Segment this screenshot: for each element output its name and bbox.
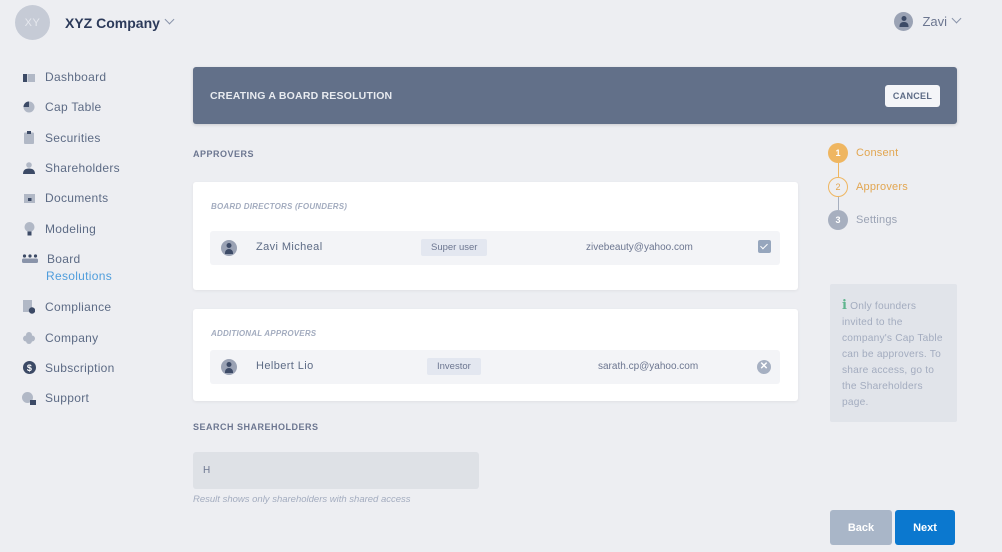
approver-checkbox[interactable] [758,240,771,253]
info-icon: i [842,298,848,313]
sidebar-item-cap-table[interactable]: Cap Table [22,92,182,122]
back-button[interactable]: Back [830,510,892,545]
next-button[interactable]: Next [895,510,955,545]
page-header-banner: CREATING A BOARD RESOLUTION CANCEL [193,67,957,124]
sidebar-item-subscription[interactable]: $ Subscription [22,353,182,383]
info-text: Only founders invited to the company's C… [842,301,943,408]
sidebar-item-label: Shareholders [45,161,120,176]
sidebar-subitem-resolutions[interactable]: Resolutions [22,266,182,286]
approver-name: Helbert Lio [256,360,314,372]
sidebar-item-label: Board [47,251,81,266]
lightbulb-dollar-icon [22,221,36,236]
step-connector [837,163,839,177]
document-check-icon [22,300,36,314]
sidebar-item-label: Support [45,391,90,406]
sidebar: Dashboard Cap Table Securities Sharehold… [22,62,182,413]
sidebar-item-compliance[interactable]: Compliance [22,292,182,322]
board-people-icon [22,252,38,266]
folder-lock-icon [22,191,36,205]
chevron-down-icon [951,13,962,24]
sidebar-item-label: Modeling [45,221,97,236]
user-avatar-icon [894,12,914,31]
step-number: 3 [828,210,848,230]
sidebar-item-company[interactable]: Company [22,322,182,352]
step-consent[interactable]: 1 Consent [828,143,898,163]
additional-approvers-card: ADDITIONAL APPROVERS Helbert Lio Investo… [193,309,798,401]
step-approvers[interactable]: 2 Approvers [828,177,908,197]
flower-icon [22,331,36,345]
sidebar-item-label: Compliance [45,300,112,315]
board-directors-label: BOARD DIRECTORS (FOUNDERS) [211,202,348,211]
dashboard-icon [22,70,36,84]
dollar-circle-icon: $ [22,361,36,375]
role-badge: Investor [427,358,481,375]
sidebar-item-label: Documents [45,191,109,206]
company-logo: XY [15,5,50,40]
company-switcher[interactable]: XY XYZ Company [15,5,175,40]
approver-email: zivebeauty@yahoo.com [586,242,693,253]
company-name: XYZ Company [65,14,160,31]
chat-help-icon [22,391,36,405]
approvers-heading: APPROVERS [193,149,255,159]
sidebar-item-documents[interactable]: Documents [22,183,182,213]
search-hint: Result shows only shareholders with shar… [193,494,411,505]
approver-email: sarath.cp@yahoo.com [598,361,699,372]
approver-row: Helbert Lio Investor sarath.cp@yahoo.com… [210,350,780,384]
additional-approvers-label: ADDITIONAL APPROVERS [211,329,317,338]
approver-row: Zavi Micheal Super user zivebeauty@yahoo… [210,231,780,265]
clipboard-icon [22,131,36,145]
sidebar-item-dashboard[interactable]: Dashboard [22,62,182,92]
sidebar-item-label: Dashboard [45,70,107,85]
sidebar-item-shareholders[interactable]: Shareholders [22,153,182,183]
remove-approver-icon[interactable]: ✕ [757,360,771,374]
search-shareholders-input[interactable] [193,452,479,489]
sidebar-item-support[interactable]: Support [22,383,182,413]
step-label: Approvers [856,181,908,193]
avatar-icon [221,240,237,256]
sidebar-item-modeling[interactable]: Modeling [22,213,182,243]
step-number: 2 [828,177,848,197]
chevron-down-icon [164,14,175,25]
sidebar-item-securities[interactable]: Securities [22,123,182,153]
sidebar-item-label: Subscription [45,360,115,375]
sidebar-item-label: Company [45,330,99,345]
board-directors-card: BOARD DIRECTORS (FOUNDERS) Zavi Micheal … [193,182,798,290]
person-icon [22,161,36,175]
sidebar-item-label: Cap Table [45,100,102,115]
approver-name: Zavi Micheal [256,241,323,253]
step-settings[interactable]: 3 Settings [828,210,897,230]
user-menu[interactable]: Zavi [894,12,962,31]
pie-chart-icon [22,100,36,114]
step-label: Settings [856,214,898,226]
step-label: Consent [856,147,899,159]
svg-text:$: $ [26,363,31,373]
info-note: i Only founders invited to the company's … [830,284,957,422]
search-shareholders-label: SEARCH SHAREHOLDERS [193,422,319,432]
role-badge: Super user [421,239,488,256]
step-number: 1 [828,143,848,163]
sidebar-item-label: Securities [45,130,101,145]
cancel-button[interactable]: CANCEL [885,85,940,107]
step-connector [837,197,839,210]
avatar-icon [221,359,237,375]
page-title: CREATING A BOARD RESOLUTION [210,90,393,102]
user-name: Zavi [922,14,947,29]
